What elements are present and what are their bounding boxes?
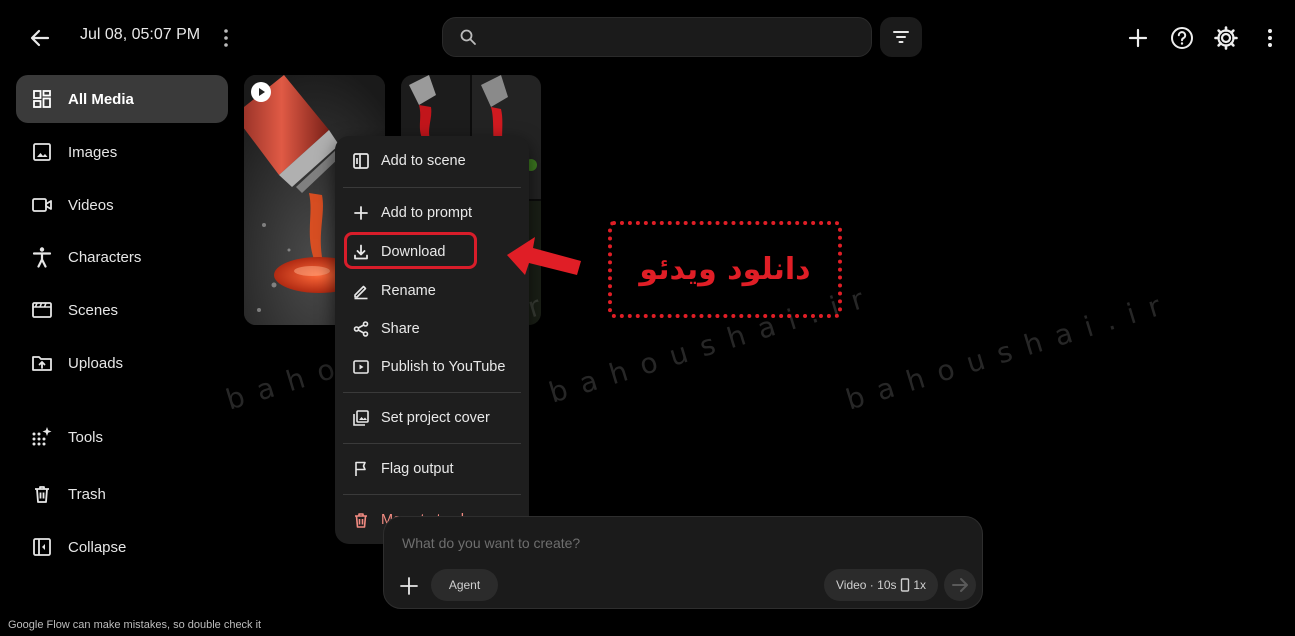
menu-item-label: Add to prompt xyxy=(381,205,473,221)
search-input[interactable] xyxy=(489,18,853,58)
menu-item-set-project-cover[interactable]: Set project cover xyxy=(343,401,521,435)
multiplier-label: 1x xyxy=(913,578,926,592)
sidebar-item-label: Tools xyxy=(68,428,104,446)
arrow-right-icon xyxy=(952,578,968,592)
prompt-composer: What do you want to create? Agent Video … xyxy=(383,516,983,609)
media-context-menu: Add to scene Add to prompt Download Rena… xyxy=(335,136,529,544)
menu-item-add-to-scene[interactable]: Add to scene xyxy=(343,144,521,178)
clapper-icon xyxy=(30,298,54,322)
sidebar-item-videos[interactable]: Videos xyxy=(16,181,228,229)
menu-divider xyxy=(343,392,521,393)
menu-item-label: Share xyxy=(381,321,420,337)
grid-icon xyxy=(30,87,54,111)
download-highlight-box xyxy=(344,232,477,269)
menu-item-label: Publish to YouTube xyxy=(381,359,506,375)
sidebar-item-label: Images xyxy=(68,143,118,161)
menu-divider xyxy=(343,187,521,188)
menu-item-label: Rename xyxy=(381,283,436,299)
mode-selector[interactable]: Video · 10s 1x xyxy=(824,569,938,601)
search-bar[interactable] xyxy=(442,17,872,58)
pencil-icon xyxy=(351,281,371,301)
collapse-panel-icon xyxy=(30,535,54,559)
aspect-ratio-icon xyxy=(900,578,910,592)
back-button[interactable] xyxy=(24,22,56,54)
sidebar-item-tools[interactable]: Tools xyxy=(16,413,228,461)
trash-icon xyxy=(351,510,371,530)
sidebar-item-label: Videos xyxy=(68,196,114,214)
new-button[interactable] xyxy=(1124,24,1152,52)
sidebar-item-trash[interactable]: Trash xyxy=(16,470,228,518)
more-button[interactable] xyxy=(1256,24,1284,52)
page-title: Jul 08, 05:07 PM xyxy=(80,26,201,43)
disclaimer-text: Google Flow can make mistakes, so double… xyxy=(8,619,262,631)
youtube-play-icon xyxy=(351,357,371,377)
attach-button[interactable] xyxy=(398,575,420,597)
menu-item-flag-output[interactable]: Flag output xyxy=(343,452,521,486)
plus-icon xyxy=(1128,28,1148,48)
watermark-text: bahoushai.ir xyxy=(842,285,1178,417)
share-icon xyxy=(351,319,371,339)
menu-item-share[interactable]: Share xyxy=(343,312,521,346)
sidebar-item-collapse[interactable]: Collapse xyxy=(16,523,228,571)
filter-button[interactable] xyxy=(880,17,922,57)
title-more-button[interactable] xyxy=(216,24,236,52)
menu-divider xyxy=(343,494,521,495)
sparkle-grid-icon xyxy=(30,425,54,449)
sidebar-item-characters[interactable]: Characters xyxy=(16,233,228,281)
plus-icon xyxy=(351,203,371,223)
red-arrow-icon xyxy=(507,237,581,275)
menu-item-publish-youtube[interactable]: Publish to YouTube xyxy=(343,350,521,384)
annotation-text: دانلود ویدئو xyxy=(639,252,811,287)
filter-icon xyxy=(893,31,909,43)
sidebar-item-scenes[interactable]: Scenes xyxy=(16,286,228,334)
agent-label: Agent xyxy=(448,578,481,592)
help-button[interactable] xyxy=(1168,24,1196,52)
annotation-box: دانلود ویدئو xyxy=(608,221,842,318)
menu-item-add-to-prompt[interactable]: Add to prompt xyxy=(343,196,521,230)
menu-item-label: Flag output xyxy=(381,461,454,477)
menu-item-rename[interactable]: Rename xyxy=(343,274,521,308)
settings-button[interactable] xyxy=(1212,24,1240,52)
sidebar-item-all-media[interactable]: All Media xyxy=(16,75,228,123)
more-vertical-icon xyxy=(1268,29,1272,47)
image-icon xyxy=(30,140,54,164)
menu-item-label: Add to scene xyxy=(381,153,466,169)
agent-button[interactable]: Agent xyxy=(431,569,498,601)
menu-item-label: Set project cover xyxy=(381,410,490,426)
play-badge-icon xyxy=(251,82,271,102)
menu-divider xyxy=(343,443,521,444)
person-icon xyxy=(30,245,54,269)
mode-label: Video · 10s xyxy=(836,578,897,592)
sidebar-item-label: Scenes xyxy=(68,301,119,319)
gear-icon xyxy=(1214,26,1238,50)
sidebar-item-label: Characters xyxy=(68,248,142,266)
more-vertical-icon xyxy=(224,29,228,47)
sidebar-item-label: Trash xyxy=(68,485,106,503)
sidebar-item-images[interactable]: Images xyxy=(16,128,228,176)
send-button[interactable] xyxy=(944,569,976,601)
plus-icon xyxy=(400,577,418,595)
sidebar-item-uploads[interactable]: Uploads xyxy=(16,339,228,387)
flag-icon xyxy=(351,459,371,479)
gallery-icon xyxy=(351,408,371,428)
prompt-placeholder[interactable]: What do you want to create? xyxy=(402,535,580,551)
arrow-left-icon xyxy=(30,29,50,47)
video-icon xyxy=(30,193,54,217)
trash-icon xyxy=(30,482,54,506)
upload-folder-icon xyxy=(30,351,54,375)
sidebar-item-label: All Media xyxy=(68,90,134,108)
sidebar-item-label: Uploads xyxy=(68,354,124,372)
add-to-scene-icon xyxy=(351,151,371,171)
sidebar-item-label: Collapse xyxy=(68,538,127,556)
help-circle-icon xyxy=(1171,27,1193,49)
search-icon xyxy=(460,29,476,45)
